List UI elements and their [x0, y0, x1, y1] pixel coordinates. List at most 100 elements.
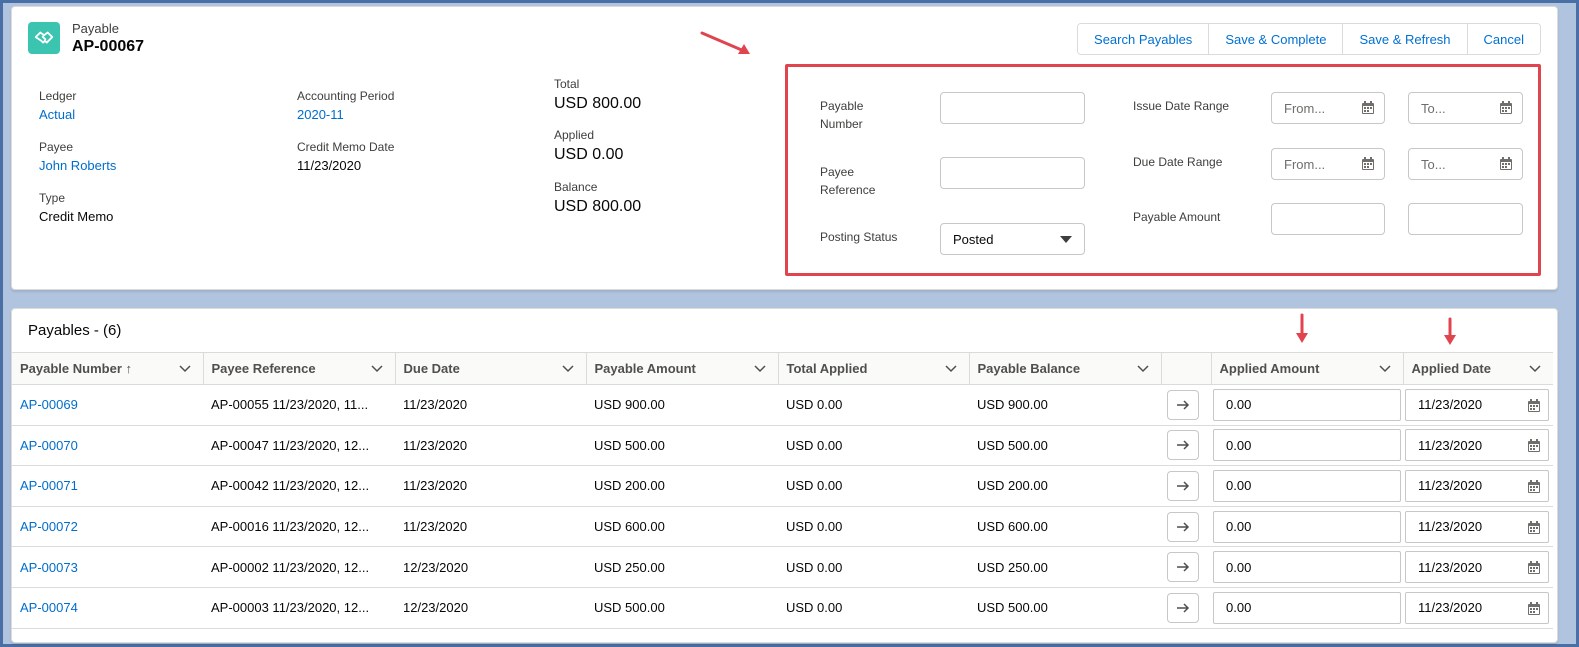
- calendar-icon[interactable]: [1527, 561, 1541, 575]
- save-refresh-button[interactable]: Save & Refresh: [1342, 24, 1467, 54]
- total-value: USD 800.00: [554, 95, 642, 112]
- arrow-right-icon: [1177, 562, 1190, 572]
- ledger-link[interactable]: Actual: [39, 107, 76, 122]
- applied-date-picker: [1405, 388, 1549, 421]
- apply-full-button[interactable]: [1167, 389, 1199, 420]
- payee-link[interactable]: John Roberts: [39, 158, 116, 173]
- credit-memo-date-label: Credit Memo Date: [297, 140, 395, 154]
- applied-amount-input[interactable]: [1213, 429, 1401, 462]
- applied-amount-input[interactable]: [1213, 510, 1401, 543]
- applied-amount-cell: [1211, 465, 1403, 507]
- chevron-down-icon: [1060, 235, 1072, 243]
- chevron-down-icon[interactable]: [944, 364, 957, 374]
- col-applied-date[interactable]: Applied Date: [1402, 352, 1553, 385]
- col-payable-number[interactable]: Payable Number ↑: [12, 352, 203, 385]
- applied-amount-input[interactable]: [1213, 591, 1401, 624]
- credit-memo-date-field: Credit Memo Date 11/23/2020: [297, 140, 394, 173]
- chevron-down-icon[interactable]: [178, 364, 191, 374]
- payable-number-link[interactable]: AP-00074: [12, 587, 203, 629]
- applied-amount-input[interactable]: [1213, 551, 1401, 584]
- payable-amount-from-input[interactable]: [1271, 203, 1385, 235]
- payable-amount-cell: USD 500.00: [586, 587, 778, 629]
- col-label: Due Date: [403, 361, 460, 376]
- payable-number-label: Payable Number: [820, 99, 864, 131]
- total-label: Total: [554, 77, 580, 91]
- arrow-right-icon: [1177, 522, 1190, 532]
- accounting-period-link[interactable]: 2020-11: [297, 107, 394, 122]
- applied-date-cell: [1403, 546, 1553, 588]
- accounting-period-label: Accounting Period: [297, 89, 395, 103]
- chevron-down-icon[interactable]: [561, 364, 574, 374]
- table-row: AP-00074 AP-00003 11/23/2020, 12... 12/2…: [12, 587, 1553, 629]
- col-payable-amount[interactable]: Payable Amount: [585, 352, 778, 385]
- payable-number-input[interactable]: [940, 92, 1085, 124]
- apply-full-button[interactable]: [1167, 552, 1199, 583]
- cancel-button[interactable]: Cancel: [1466, 24, 1540, 54]
- payable-balance-cell: USD 900.00: [969, 384, 1161, 426]
- apply-full-button[interactable]: [1167, 430, 1199, 461]
- payable-balance-cell: USD 500.00: [969, 425, 1161, 467]
- table-row: AP-00069 AP-00055 11/23/2020, 11... 11/2…: [12, 384, 1553, 426]
- chevron-down-icon[interactable]: [753, 364, 766, 374]
- calendar-icon[interactable]: [1499, 101, 1513, 115]
- payable-number-link[interactable]: AP-00072: [12, 506, 203, 548]
- payable-amount-cell: USD 600.00: [586, 506, 778, 548]
- payee-reference-cell: AP-00042 11/23/2020, 12...: [203, 465, 395, 507]
- col-payee-reference[interactable]: Payee Reference: [202, 352, 395, 385]
- apply-full-button[interactable]: [1167, 592, 1199, 623]
- payable-number-link[interactable]: AP-00073: [12, 546, 203, 588]
- apply-cell: [1161, 384, 1211, 426]
- calendar-icon[interactable]: [1361, 157, 1375, 171]
- calendar-icon[interactable]: [1527, 601, 1541, 616]
- total-applied-cell: USD 0.00: [778, 546, 969, 588]
- table-row: AP-00070 AP-00047 11/23/2020, 12... 11/2…: [12, 425, 1553, 467]
- calendar-icon[interactable]: [1361, 101, 1375, 115]
- calendar-icon[interactable]: [1499, 157, 1513, 171]
- payee-reference-cell: AP-00016 11/23/2020, 12...: [203, 506, 395, 548]
- arrow-right-icon: [1177, 481, 1190, 491]
- posting-status-value: Posted: [953, 231, 994, 247]
- payable-number-link[interactable]: AP-00069: [12, 384, 203, 426]
- search-payables-button[interactable]: Search Payables: [1078, 24, 1209, 54]
- calendar-icon[interactable]: [1527, 398, 1541, 413]
- table-row: AP-00071 AP-00042 11/23/2020, 12... 11/2…: [12, 465, 1553, 507]
- calendar-icon[interactable]: [1527, 479, 1541, 494]
- due-date-cell: 11/23/2020: [395, 506, 586, 548]
- apply-cell: [1161, 506, 1211, 548]
- calendar-icon[interactable]: [1527, 520, 1541, 535]
- total-applied-cell: USD 0.00: [778, 587, 969, 629]
- posting-status-select[interactable]: Posted: [940, 223, 1085, 255]
- col-applied-amount[interactable]: Applied Amount: [1210, 352, 1403, 385]
- chevron-down-icon[interactable]: [370, 364, 383, 374]
- payable-number-link[interactable]: AP-00071: [12, 465, 203, 507]
- col-payable-balance[interactable]: Payable Balance: [968, 352, 1161, 385]
- col-label: Total Applied: [786, 361, 868, 376]
- balance-label: Balance: [554, 180, 598, 194]
- ledger-label: Ledger: [39, 89, 77, 103]
- chevron-down-icon[interactable]: [1378, 364, 1391, 374]
- payee-reference-input[interactable]: [940, 157, 1085, 189]
- apply-full-button[interactable]: [1167, 511, 1199, 542]
- table-title: Payables - (6): [28, 322, 122, 339]
- col-due-date[interactable]: Due Date: [394, 352, 586, 385]
- payable-amount-label: Payable Amount: [1133, 210, 1221, 224]
- calendar-icon[interactable]: [1527, 439, 1541, 453]
- annotation-arrow-icon: [700, 31, 750, 54]
- apply-cell: [1161, 425, 1211, 467]
- col-total-applied[interactable]: Total Applied: [777, 352, 969, 385]
- applied-amount-input[interactable]: [1213, 388, 1401, 421]
- type-label: Type: [39, 191, 66, 205]
- chevron-down-icon[interactable]: [1529, 364, 1541, 374]
- balance-field: Balance USD 800.00: [554, 180, 641, 216]
- credit-memo-date-value: 11/23/2020: [297, 158, 362, 173]
- annotation-arrow-icon: [1444, 317, 1456, 345]
- payable-number-link[interactable]: AP-00070: [12, 425, 203, 467]
- apply-full-button[interactable]: [1167, 470, 1199, 501]
- payable-amount-to-input[interactable]: [1408, 203, 1523, 235]
- applied-amount-input[interactable]: [1213, 469, 1401, 502]
- chevron-down-icon[interactable]: [1136, 364, 1149, 374]
- applied-date-cell: [1403, 506, 1553, 548]
- payable-balance-cell: USD 500.00: [969, 587, 1161, 629]
- applied-amount-cell: [1211, 587, 1403, 629]
- save-complete-button[interactable]: Save & Complete: [1208, 24, 1343, 54]
